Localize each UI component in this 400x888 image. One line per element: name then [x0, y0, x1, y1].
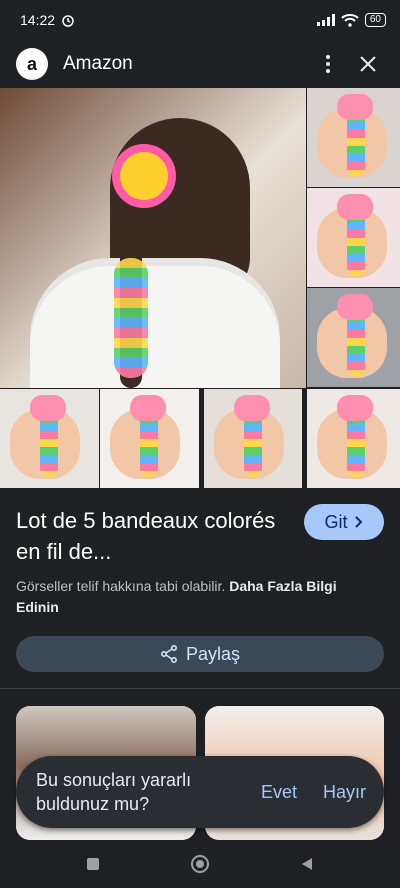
- system-nav-bar: [0, 840, 400, 888]
- vertical-dots-icon: [326, 55, 330, 73]
- image-detail-coil: [114, 258, 148, 378]
- thumbnail-ornament: [337, 395, 373, 421]
- thumbnail-ornament: [130, 395, 166, 421]
- result-header: a Amazon: [0, 40, 400, 88]
- feedback-no-button[interactable]: Hayır: [323, 782, 366, 803]
- close-icon: [360, 56, 376, 72]
- thumbnail-ornament: [234, 395, 270, 421]
- close-button[interactable]: [352, 48, 384, 80]
- square-icon: [87, 858, 100, 870]
- status-left: 14:22: [20, 12, 75, 28]
- alarm-clock-icon: [62, 15, 74, 27]
- share-label: Paylaş: [185, 643, 241, 664]
- image-detail-flower: [120, 152, 168, 200]
- product-title[interactable]: Lot de 5 bandeaux colorés en fil de...: [16, 505, 286, 567]
- thumbnail-image[interactable]: [307, 88, 400, 187]
- recents-button[interactable]: [79, 850, 107, 878]
- thumbnail-ornament: [30, 395, 66, 421]
- back-button[interactable]: [293, 850, 321, 878]
- status-time: 14:22: [20, 12, 56, 28]
- chevron-right-icon: [354, 516, 362, 528]
- feedback-question: Bu sonuçları yararlı buldunuz mu?: [36, 770, 192, 814]
- visit-button[interactable]: Git: [304, 504, 384, 540]
- thumbnail-image[interactable]: [204, 389, 302, 488]
- more-options-button[interactable]: [312, 48, 344, 80]
- share-button[interactable]: Paylaş: [16, 636, 384, 672]
- status-right: 60: [316, 13, 386, 27]
- thumbnail-image[interactable]: [307, 188, 400, 287]
- feedback-snackbar: Bu sonuçları yararlı buldunuz mu? Evet H…: [16, 756, 384, 828]
- feedback-yes-button[interactable]: Evet: [261, 782, 297, 803]
- thumbnail-image[interactable]: [307, 389, 400, 488]
- image-detail-blouse: [30, 258, 280, 388]
- back-triangle-icon: [301, 858, 312, 870]
- thumbnail-ornament: [337, 194, 373, 220]
- share-icon: [160, 645, 177, 663]
- wifi-icon: [341, 14, 359, 27]
- thumbnail-image[interactable]: [307, 288, 400, 387]
- image-grid: [0, 88, 400, 488]
- copyright-text: Görseller telif hakkına tabi olabilir.: [16, 578, 226, 594]
- status-bar: 14:22 60: [0, 0, 400, 40]
- thumbnail-ornament: [337, 294, 373, 320]
- thumbnail-image[interactable]: [0, 389, 99, 488]
- signal-icon: [316, 14, 335, 26]
- battery-indicator: 60: [364, 13, 386, 27]
- thumbnail-ornament: [337, 94, 373, 120]
- copyright-notice: Görseller telif hakkına tabi olabilir. D…: [16, 576, 376, 618]
- main-product-image[interactable]: [0, 88, 306, 388]
- home-button[interactable]: [186, 850, 214, 878]
- visit-label: Git: [324, 511, 348, 532]
- divider: [0, 688, 400, 689]
- site-title[interactable]: Amazon: [63, 53, 304, 75]
- thumbnail-image[interactable]: [100, 389, 199, 488]
- amazon-logo: a: [16, 48, 48, 80]
- circle-icon: [190, 855, 209, 873]
